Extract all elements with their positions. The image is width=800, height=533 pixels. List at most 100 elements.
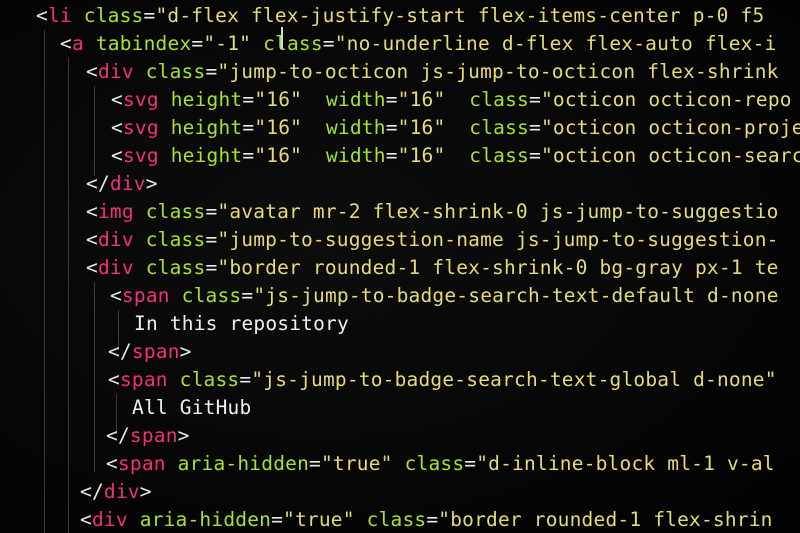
code-line[interactable]: <a tabindex="-1" class="no-underline d-f… bbox=[60, 30, 777, 58]
code-token: class bbox=[145, 228, 206, 251]
code-token: "js-jump-to-badge-search-text-global d-n… bbox=[251, 368, 777, 391]
code-token: a bbox=[71, 32, 84, 55]
indent-guide bbox=[94, 282, 95, 472]
code-line[interactable]: <svg height="16" width="16" class="octic… bbox=[111, 114, 800, 142]
code-line[interactable]: <div aria-hidden="true" class="border ro… bbox=[80, 506, 773, 533]
code-token: class bbox=[145, 60, 206, 83]
code-token: < bbox=[60, 32, 72, 55]
indent-guide bbox=[94, 86, 95, 176]
text-cursor bbox=[281, 27, 283, 49]
code-line[interactable]: All GitHub bbox=[132, 394, 251, 422]
code-line[interactable]: <img class="avatar mr-2 flex-shrink-0 js… bbox=[86, 198, 779, 226]
code-token: div bbox=[97, 256, 134, 279]
code-token: < bbox=[110, 284, 122, 307]
code-token: < bbox=[86, 228, 98, 251]
code-token: "border rounded-1 flex-shrink-0 bg-gray … bbox=[217, 256, 779, 279]
code-token: < bbox=[111, 88, 123, 111]
code-token: class bbox=[366, 508, 427, 531]
code-line[interactable]: <svg height="16" width="16" class="octic… bbox=[111, 142, 800, 170]
code-token: div bbox=[97, 60, 134, 83]
code-token: "true" bbox=[320, 452, 393, 475]
code-line[interactable]: </span> bbox=[108, 338, 192, 366]
code-token: = bbox=[529, 144, 541, 167]
code-token: height bbox=[170, 116, 243, 139]
code-token: class bbox=[469, 144, 529, 167]
code-token: class bbox=[263, 32, 323, 55]
code-token: img bbox=[97, 200, 134, 223]
code-token: = bbox=[529, 88, 541, 111]
code-token: "no-underline d-flex flex-auto flex-i bbox=[334, 32, 777, 55]
code-line[interactable]: <span class="js-jump-to-badge-search-tex… bbox=[108, 366, 777, 394]
code-token: div bbox=[103, 480, 140, 503]
code-token: "d-flex flex-justify-start flex-items-ce… bbox=[155, 4, 765, 27]
code-token: = bbox=[385, 116, 398, 139]
code-token: < bbox=[86, 200, 98, 223]
indent-guide bbox=[68, 58, 69, 533]
code-token: span bbox=[131, 340, 180, 363]
code-token: "16" bbox=[254, 88, 303, 111]
code-line[interactable]: <svg height="16" width="16" class="octic… bbox=[111, 86, 792, 114]
code-token: "border rounded-1 flex-shrin bbox=[438, 508, 773, 531]
code-token: class bbox=[469, 88, 529, 111]
code-token: class bbox=[145, 256, 206, 279]
code-token: < bbox=[108, 368, 120, 391]
code-editor[interactable]: <li class="d-flex flex-justify-start fle… bbox=[0, 0, 800, 533]
code-token: "16" bbox=[397, 144, 446, 167]
code-line[interactable]: </span> bbox=[106, 422, 190, 450]
code-token: = bbox=[309, 452, 321, 475]
code-token: width bbox=[325, 88, 386, 111]
code-line[interactable]: <div class="jump-to-octicon js-jump-to-o… bbox=[86, 58, 779, 86]
code-token: "octicon octicon-repo bbox=[540, 88, 792, 111]
code-line[interactable]: <div class="jump-to-suggestion-name js-j… bbox=[86, 226, 779, 254]
code-token: span bbox=[121, 284, 170, 307]
code-token: "jump-to-suggestion-name js-jump-to-sugg… bbox=[217, 228, 779, 251]
code-line[interactable]: <li class="d-flex flex-justify-start fle… bbox=[36, 2, 764, 30]
code-token: div bbox=[109, 172, 146, 195]
code-line[interactable]: In this repository bbox=[134, 310, 349, 338]
code-token: = bbox=[385, 144, 398, 167]
code-token: div bbox=[97, 228, 134, 251]
code-token: class bbox=[181, 284, 242, 307]
code-token: All GitHub bbox=[132, 396, 252, 419]
code-token: span bbox=[119, 368, 168, 391]
code-line[interactable]: </div> bbox=[80, 478, 152, 506]
code-token: </ bbox=[106, 424, 130, 447]
code-token: height bbox=[170, 144, 243, 167]
code-token: = bbox=[271, 508, 284, 531]
code-line[interactable]: </div> bbox=[86, 170, 158, 198]
code-token: > bbox=[145, 172, 158, 195]
code-token: aria-hidden bbox=[177, 452, 310, 475]
code-token: = bbox=[426, 508, 439, 531]
code-token: svg bbox=[122, 144, 159, 167]
code-token: = bbox=[529, 116, 541, 139]
code-token: "avatar mr-2 flex-shrink-0 js-jump-to-su… bbox=[217, 200, 779, 223]
code-token: class bbox=[469, 116, 529, 139]
code-line[interactable]: <div class="border rounded-1 flex-shrink… bbox=[86, 254, 779, 282]
code-line[interactable]: <span class="js-jump-to-badge-search-tex… bbox=[110, 282, 779, 310]
code-token: "16" bbox=[397, 88, 446, 111]
code-token: > bbox=[179, 340, 192, 363]
code-token: </ bbox=[80, 480, 104, 503]
code-token: "js-jump-to-badge-search-text-default d-… bbox=[253, 284, 779, 307]
code-token: tabindex bbox=[95, 32, 192, 55]
code-token: = bbox=[385, 88, 398, 111]
code-token: aria-hidden bbox=[139, 508, 272, 531]
code-token: = bbox=[191, 32, 204, 55]
code-token: "16" bbox=[397, 116, 446, 139]
code-line[interactable]: <span aria-hidden="true" class="d-inline… bbox=[106, 450, 775, 478]
